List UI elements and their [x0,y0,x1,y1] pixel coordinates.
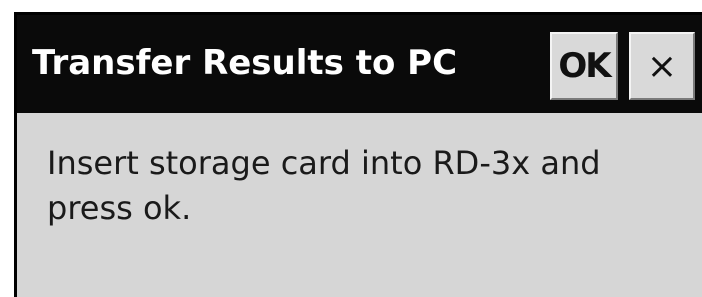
dialog-title: Transfer Results to PC [32,43,458,83]
transfer-dialog: Transfer Results to PC OK × Insert stora… [14,12,702,297]
close-icon: × [646,45,678,87]
dialog-message: Insert storage card into RD-3x and press… [47,144,601,227]
dialog-titlebar: Transfer Results to PC OK × [17,15,702,113]
ok-button[interactable]: OK [550,32,618,100]
close-button[interactable]: × [629,32,695,100]
